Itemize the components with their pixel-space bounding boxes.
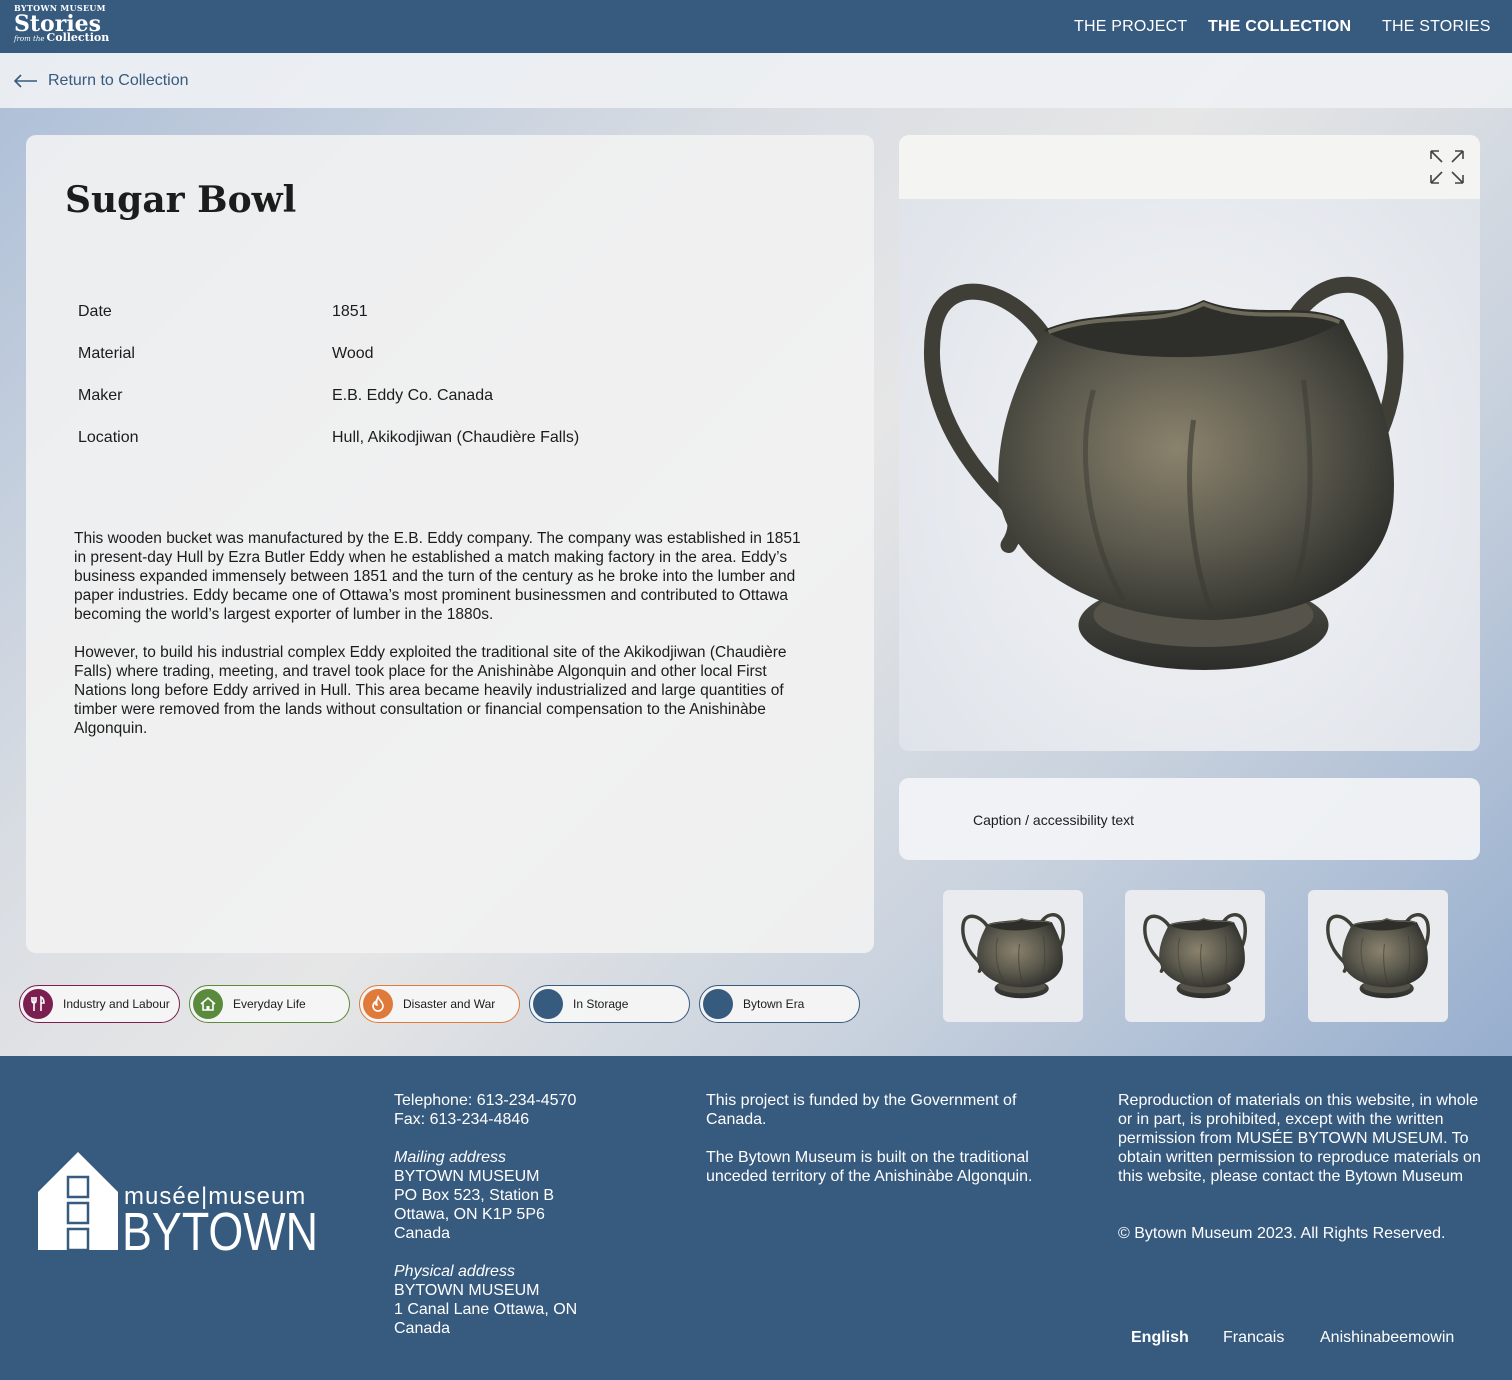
sugar-bowl-thumbnail <box>961 911 1065 1001</box>
tag-disaster-and-war[interactable]: Disaster and War <box>359 985 520 1023</box>
dot-icon <box>703 989 733 1019</box>
thumbnail-2[interactable] <box>1125 890 1265 1022</box>
sugar-bowl-thumbnail <box>1326 911 1430 1001</box>
territory-text: The Bytown Museum is built on the tradit… <box>706 1149 1033 1185</box>
footer-fax: Fax: 613-234-4846 <box>394 1111 530 1128</box>
artifact-info-panel: Sugar Bowl Date 1851 Material Wood Maker… <box>26 135 874 953</box>
logo-line-from: from the <box>14 35 45 43</box>
return-to-collection-label: Return to Collection <box>48 72 189 89</box>
footer-phone: Telephone: 613-234-4570 <box>394 1092 577 1109</box>
sugar-bowl-thumbnail <box>1143 911 1247 1001</box>
tag-everyday-life[interactable]: Everyday Life <box>189 985 350 1023</box>
viewer-toolbar <box>899 135 1480 199</box>
tag-label: Disaster and War <box>403 997 496 1011</box>
mailing-line: PO Box 523, Station B <box>394 1187 555 1204</box>
physical-address-label: Physical address <box>394 1263 515 1280</box>
nav-the-stories[interactable]: THE STORIES <box>1382 18 1491 36</box>
rights-text: Reproduction of materials on this websit… <box>1118 1092 1481 1185</box>
logo-line-collection: from the Collection <box>14 32 109 43</box>
tag-label: Industry and Labour <box>63 997 170 1011</box>
thumbnail-3[interactable] <box>1308 890 1448 1022</box>
mailing-line: Ottawa, ON K1P 5P6 <box>394 1206 545 1223</box>
meta-value: 1851 <box>332 303 368 320</box>
meta-row-maker: Maker E.B. Eddy Co. Canada <box>78 387 579 429</box>
logo-text-bytown: BYTOWN <box>122 1202 318 1252</box>
thumbnail-1[interactable] <box>943 890 1083 1022</box>
meta-key: Maker <box>78 387 123 404</box>
tag-label: Bytown Era <box>743 997 805 1011</box>
footer-contact: Telephone: 613-234-4570 Fax: 613-234-484… <box>394 1091 684 1338</box>
mailing-line: BYTOWN MUSEUM <box>394 1168 540 1185</box>
mailing-address-label: Mailing address <box>394 1149 507 1166</box>
breadcrumb-bar: Return to Collection <box>0 53 1512 108</box>
fire-icon <box>363 989 393 1019</box>
arrow-left-icon <box>14 74 38 88</box>
caption-text: Caption / accessibility text <box>973 812 1135 828</box>
artifact-tags: Industry and Labour Everyday Life Disast… <box>19 985 860 1023</box>
logo-line-collection-text: Collection <box>46 31 110 44</box>
physical-line: 1 Canal Lane Ottawa, ON <box>394 1301 578 1318</box>
description-paragraph: This wooden bucket was manufactured by t… <box>74 530 801 623</box>
meta-value: Wood <box>332 345 374 362</box>
nav-the-project[interactable]: THE PROJECT <box>1074 18 1187 36</box>
mailing-line: Canada <box>394 1225 451 1242</box>
tools-icon <box>23 989 53 1019</box>
meta-key: Material <box>78 345 135 362</box>
sugar-bowl-image <box>921 270 1406 680</box>
meta-key: Location <box>78 429 139 446</box>
site-logo[interactable]: BYTOWN MUSEUM Stories from the Collection <box>14 4 109 43</box>
language-anishinabeemowin[interactable]: Anishinabeemowin <box>1320 1328 1454 1347</box>
nav-the-collection[interactable]: THE COLLECTION <box>1208 18 1351 36</box>
tag-bytown-era[interactable]: Bytown Era <box>699 985 860 1023</box>
meta-key: Date <box>78 303 112 320</box>
image-caption: Caption / accessibility text <box>899 778 1480 860</box>
top-navigation-bar: BYTOWN MUSEUM Stories from the Collection… <box>0 0 1512 53</box>
artifact-title: Sugar Bowl <box>65 179 297 221</box>
artifact-metadata: Date 1851 Material Wood Maker E.B. Eddy … <box>78 303 579 471</box>
copyright-text: © Bytown Museum 2023. All Rights Reserve… <box>1118 1225 1446 1242</box>
physical-line: Canada <box>394 1320 451 1337</box>
artifact-image-viewer <box>899 135 1480 751</box>
meta-value: E.B. Eddy Co. Canada <box>332 387 493 404</box>
language-francais[interactable]: Francais <box>1223 1328 1284 1347</box>
tag-industry-and-labour[interactable]: Industry and Labour <box>19 985 180 1023</box>
house-icon <box>193 989 223 1019</box>
language-english[interactable]: English <box>1131 1328 1189 1347</box>
artifact-description: This wooden bucket was manufactured by t… <box>74 529 804 738</box>
meta-value: Hull, Akikodjiwan (Chaudière Falls) <box>332 429 580 446</box>
footer-rights: Reproduction of materials on this websit… <box>1118 1091 1490 1243</box>
site-footer: musée|museum BYTOWN Telephone: 613-234-4… <box>0 1056 1512 1380</box>
tag-in-storage[interactable]: In Storage <box>529 985 690 1023</box>
tag-label: Everyday Life <box>233 997 306 1011</box>
description-paragraph: However, to build his industrial complex… <box>74 644 787 737</box>
funding-text: This project is funded by the Government… <box>706 1092 1017 1128</box>
tag-label: In Storage <box>573 997 629 1011</box>
physical-line: BYTOWN MUSEUM <box>394 1282 540 1299</box>
dot-icon <box>533 989 563 1019</box>
footer-funding: This project is funded by the Government… <box>706 1091 1046 1186</box>
meta-row-material: Material Wood <box>78 345 579 387</box>
meta-row-location: Location Hull, Akikodjiwan (Chaudière Fa… <box>78 429 579 471</box>
meta-row-date: Date 1851 <box>78 303 579 345</box>
expand-icon[interactable] <box>1428 148 1466 186</box>
return-to-collection-link[interactable]: Return to Collection <box>14 72 189 90</box>
bytown-museum-logo: musée|museum BYTOWN <box>38 1152 328 1262</box>
